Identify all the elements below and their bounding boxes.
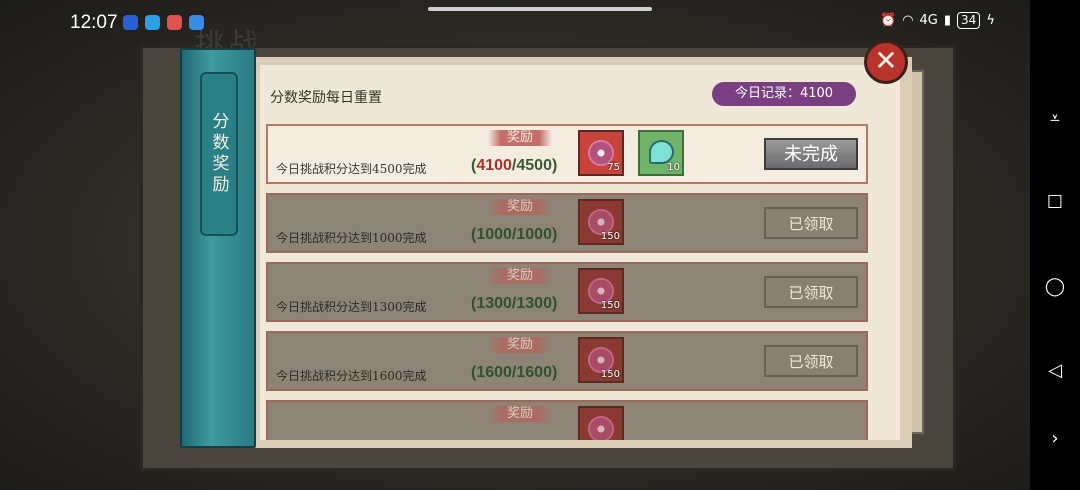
claimed-button[interactable]: 已领取: [764, 207, 858, 239]
charging-icon: ϟ: [986, 13, 995, 28]
disc-icon: [588, 416, 614, 440]
status-bar: 12:07 ⏰ ◠ 4G ▮ 34 ϟ: [0, 0, 1030, 48]
system-nav-bar: ⩡ ☐ ◯ ◁ ›: [1030, 0, 1080, 490]
reward-label: 奖励: [488, 337, 552, 353]
reward-item-disc[interactable]: [578, 406, 624, 440]
reward-item-disc[interactable]: 150: [578, 337, 624, 383]
alarm-icon: ⏰: [880, 13, 897, 28]
task-progress: (1300/1300): [471, 295, 558, 312]
item-quantity: 150: [600, 300, 620, 311]
chevron-right-icon[interactable]: ›: [1030, 418, 1080, 458]
claimed-button[interactable]: 已领取: [764, 345, 858, 377]
cloud-icon: [189, 15, 204, 30]
circle-icon[interactable]: ◯: [1030, 266, 1080, 306]
task-description: 今日挑战积分达到1600完成: [276, 369, 427, 383]
reward-row: 奖励 今日挑战积分达到4500完成 (4100/4500) 75 10 未完成: [266, 124, 868, 184]
item-quantity: 150: [600, 231, 620, 242]
panel-header: 分数奖励每日重置: [270, 90, 382, 106]
side-tab-label-box: 分数奖励: [200, 72, 238, 236]
task-progress: (4100/4500): [471, 157, 558, 174]
reward-label: 奖励: [488, 130, 552, 146]
reward-item-disc[interactable]: 150: [578, 268, 624, 314]
mail-icon: [167, 15, 182, 30]
notification-icons: [123, 15, 204, 30]
task-description: 今日挑战积分达到1300完成: [276, 300, 427, 314]
status-time: 12:07: [70, 12, 118, 33]
network-label: 4G: [919, 13, 938, 28]
signal-icon: ▮: [943, 13, 952, 28]
reward-item-disc[interactable]: 75: [578, 130, 624, 176]
task-progress: (1000/1000): [471, 226, 558, 243]
task-progress: (1600/1600): [471, 364, 558, 381]
battery-level: 34: [957, 12, 981, 29]
bubble-icon: [649, 140, 674, 164]
item-quantity: 150: [600, 369, 620, 380]
swipe-down-icon[interactable]: ⩡: [1030, 98, 1080, 138]
reward-row: 奖励 今日挑战积分达到1000完成 (1000/1000) 150 已领取: [266, 193, 868, 253]
task-description: 今日挑战积分达到4500完成: [276, 162, 427, 176]
triangle-back-icon[interactable]: ◁: [1030, 350, 1080, 390]
task-description: 今日挑战积分达到1000完成: [276, 231, 427, 245]
reward-row: 奖励 今日挑战积分达到1300完成 (1300/1300) 150 已领取: [266, 262, 868, 322]
reward-row: 奖励 今日挑战积分达到1600完成 (1600/1600) 150 已领取: [266, 331, 868, 391]
reward-panel: 分数奖励每日重置 今日记录：4100 奖励 今日挑战积分达到4500完成 (41…: [252, 57, 912, 448]
reward-label: 奖励: [488, 406, 552, 422]
reward-item-disc[interactable]: 150: [578, 199, 624, 245]
reward-item-bubble[interactable]: 10: [638, 130, 684, 176]
item-quantity: 75: [607, 162, 620, 173]
app-notification-icon: [123, 15, 138, 30]
status-indicators: ⏰ ◠ 4G ▮ 34 ϟ: [880, 12, 995, 29]
wifi-icon: ◠: [902, 13, 914, 28]
reward-label: 奖励: [488, 199, 552, 215]
today-record-badge: 今日记录：4100: [712, 82, 856, 106]
square-icon[interactable]: ☐: [1030, 182, 1080, 222]
reward-row: 奖励: [266, 400, 868, 440]
chat-icon: [145, 15, 160, 30]
side-tab-score-rewards[interactable]: 分数奖励: [180, 48, 256, 448]
reward-label: 奖励: [488, 268, 552, 284]
incomplete-button[interactable]: 未完成: [764, 138, 858, 170]
claimed-button[interactable]: 已领取: [764, 276, 858, 308]
side-tab-label: 分数奖励: [208, 112, 229, 196]
item-quantity: 10: [667, 162, 680, 173]
